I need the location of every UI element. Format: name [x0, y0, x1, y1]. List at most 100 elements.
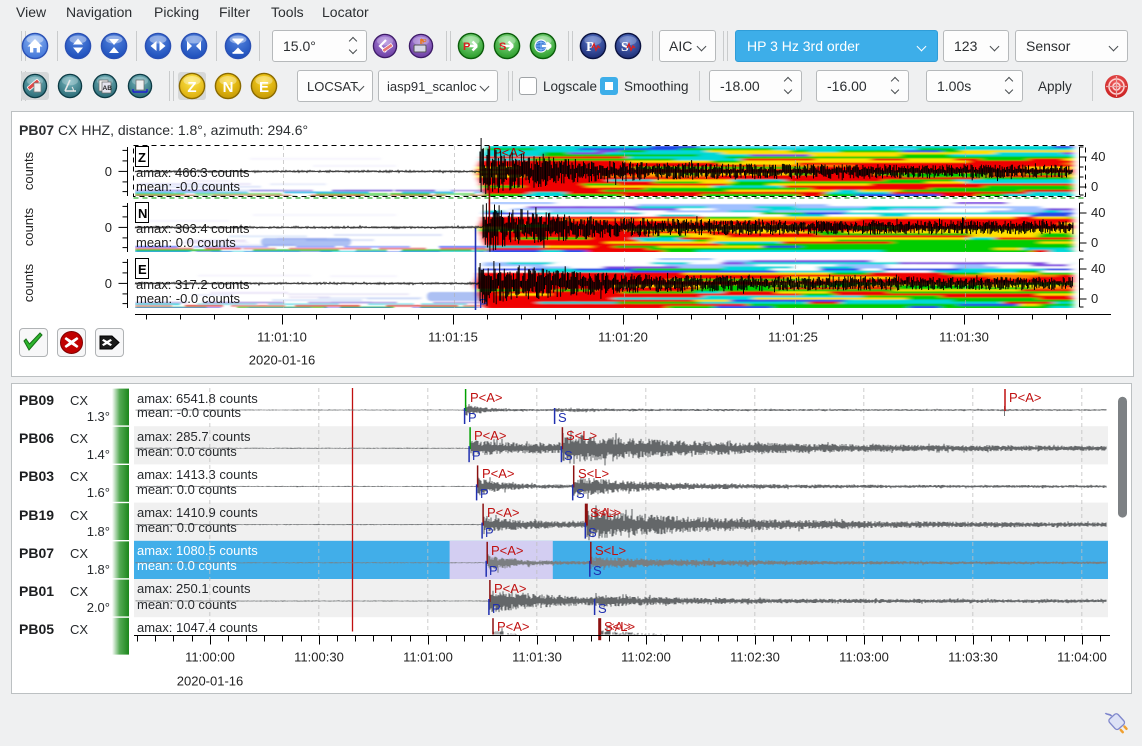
svg-text:S<L>: S<L>	[578, 466, 609, 481]
svg-text:mean: 0.0 counts: mean: 0.0 counts	[136, 235, 236, 250]
svg-text:S: S	[558, 410, 567, 425]
svg-text:0: 0	[105, 164, 112, 179]
svg-text:S: S	[499, 41, 506, 53]
svg-text:0: 0	[105, 276, 112, 291]
svg-text:S: S	[598, 601, 607, 616]
svg-text:P: P	[480, 486, 489, 501]
svg-text:PB07: PB07	[19, 545, 54, 561]
svg-text:11:02:00: 11:02:00	[621, 650, 671, 665]
svg-text:PB19: PB19	[19, 507, 54, 523]
svg-text:amax: 1410.9 counts: amax: 1410.9 counts	[137, 505, 258, 520]
svg-text:Z: Z	[138, 150, 146, 165]
svg-text:P: P	[468, 410, 477, 425]
svg-text:N: N	[223, 79, 234, 96]
svg-text:0: 0	[1091, 235, 1098, 250]
svg-text:CX: CX	[70, 508, 88, 523]
svg-text:P<A>: P<A>	[493, 145, 526, 160]
svg-text:40: 40	[1091, 149, 1105, 164]
svg-text:amax: 466.3 counts: amax: 466.3 counts	[136, 165, 250, 180]
svg-text:11:01:10: 11:01:10	[257, 330, 307, 345]
svg-text:P<A>: P<A>	[487, 505, 520, 520]
svg-text:40: 40	[1091, 205, 1105, 220]
svg-text:40: 40	[1091, 261, 1105, 276]
svg-text:P<A>: P<A>	[474, 428, 507, 443]
svg-text:11:00:30: 11:00:30	[294, 650, 344, 665]
svg-text:mean: -0.0 counts: mean: -0.0 counts	[136, 291, 241, 306]
svg-text:11:02:30: 11:02:30	[730, 650, 780, 665]
svg-text:CX: CX	[70, 622, 88, 637]
svg-text:PB05: PB05	[19, 621, 54, 637]
svg-text:P: P	[489, 563, 498, 578]
svg-text:P: P	[492, 601, 501, 616]
svg-text:counts: counts	[21, 263, 36, 302]
svg-text:P<A>: P<A>	[491, 543, 524, 558]
svg-text:0: 0	[1091, 179, 1098, 194]
svg-text:11:04:00: 11:04:00	[1057, 650, 1107, 665]
svg-text:1.4°: 1.4°	[87, 447, 110, 462]
svg-text:P<A>: P<A>	[1009, 390, 1042, 405]
svg-text:mean: 0.0 counts: mean: 0.0 counts	[137, 558, 237, 573]
svg-text:11:01:25: 11:01:25	[768, 330, 818, 345]
svg-text:P: P	[422, 39, 427, 46]
svg-text:11:00:00: 11:00:00	[185, 650, 235, 665]
svg-text:11:03:30: 11:03:30	[948, 650, 998, 665]
svg-text:amax: 6541.8 counts: amax: 6541.8 counts	[137, 391, 258, 406]
svg-text:E: E	[259, 79, 269, 96]
svg-text:11:01:20: 11:01:20	[598, 330, 648, 345]
svg-text:P: P	[485, 525, 494, 540]
svg-text:amax: 250.1 counts: amax: 250.1 counts	[137, 581, 251, 596]
svg-text:Z: Z	[187, 79, 196, 96]
svg-text:P<A>: P<A>	[470, 390, 503, 405]
svg-text:amax: 317.2 counts: amax: 317.2 counts	[136, 277, 250, 292]
svg-text:amax: 1413.3 counts: amax: 1413.3 counts	[137, 467, 258, 482]
svg-text:2020-01-16: 2020-01-16	[249, 353, 316, 368]
svg-text:PB06: PB06	[19, 430, 54, 446]
svg-text:11:01:30: 11:01:30	[512, 650, 562, 665]
svg-text:S: S	[564, 448, 573, 463]
svg-text:mean: 0.0 counts: mean: 0.0 counts	[137, 444, 237, 459]
svg-text:mean: 0.0 counts: mean: 0.0 counts	[137, 482, 237, 497]
svg-text:amax: 303.4 counts: amax: 303.4 counts	[136, 221, 250, 236]
svg-text:counts: counts	[21, 207, 36, 246]
svg-text:<A>: <A>	[607, 619, 631, 634]
svg-text:2.0°: 2.0°	[87, 600, 110, 615]
svg-text:CX: CX	[70, 584, 88, 599]
svg-text:P: P	[586, 40, 595, 55]
svg-text:PB01: PB01	[19, 583, 54, 599]
svg-text:0: 0	[1091, 291, 1098, 306]
svg-text:mean: 0.0 counts: mean: 0.0 counts	[137, 520, 237, 535]
svg-text:S<L>: S<L>	[566, 428, 597, 443]
svg-text:1.6°: 1.6°	[87, 485, 110, 500]
svg-text:P<A>: P<A>	[497, 619, 530, 634]
svg-text:mean: -0.0 counts: mean: -0.0 counts	[137, 405, 242, 420]
svg-text:P<A>: P<A>	[482, 466, 515, 481]
svg-text:1.3°: 1.3°	[87, 409, 110, 424]
svg-text:E: E	[138, 262, 147, 277]
svg-text:CX: CX	[70, 469, 88, 484]
svg-text:counts: counts	[21, 151, 36, 190]
svg-text:S<L>: S<L>	[595, 543, 626, 558]
svg-text:S: S	[588, 525, 597, 540]
svg-text:11:01:00: 11:01:00	[403, 650, 453, 665]
svg-text:11:01:15: 11:01:15	[428, 330, 478, 345]
svg-text:2020-01-16: 2020-01-16	[177, 674, 244, 689]
svg-text:mean: 0.0 counts: mean: 0.0 counts	[137, 597, 237, 612]
svg-text:amax: 1047.4 counts: amax: 1047.4 counts	[137, 620, 258, 635]
svg-text:1.8°: 1.8°	[87, 524, 110, 539]
svg-text:<A>: <A>	[593, 505, 617, 520]
svg-text:CX HHZ, distance: 1.8°, azimu: CX HHZ, distance: 1.8°, azimuth: 294.6°	[58, 122, 308, 138]
svg-text:11:01:30: 11:01:30	[939, 330, 989, 345]
svg-text:CX: CX	[70, 393, 88, 408]
svg-text:1.8°: 1.8°	[87, 562, 110, 577]
svg-text:PB07: PB07	[19, 122, 54, 138]
svg-text:N: N	[138, 206, 147, 221]
svg-text:amax: 285.7 counts: amax: 285.7 counts	[137, 429, 251, 444]
svg-text:0: 0	[105, 220, 112, 235]
svg-text:amax: 1080.5 counts: amax: 1080.5 counts	[137, 543, 258, 558]
svg-text:P: P	[463, 41, 470, 53]
svg-text:P: P	[472, 448, 481, 463]
svg-text:mean: -0.0 counts: mean: -0.0 counts	[136, 179, 241, 194]
svg-text:PB03: PB03	[19, 468, 54, 484]
svg-text:AB: AB	[103, 85, 113, 92]
svg-text:P<A>: P<A>	[494, 581, 527, 596]
